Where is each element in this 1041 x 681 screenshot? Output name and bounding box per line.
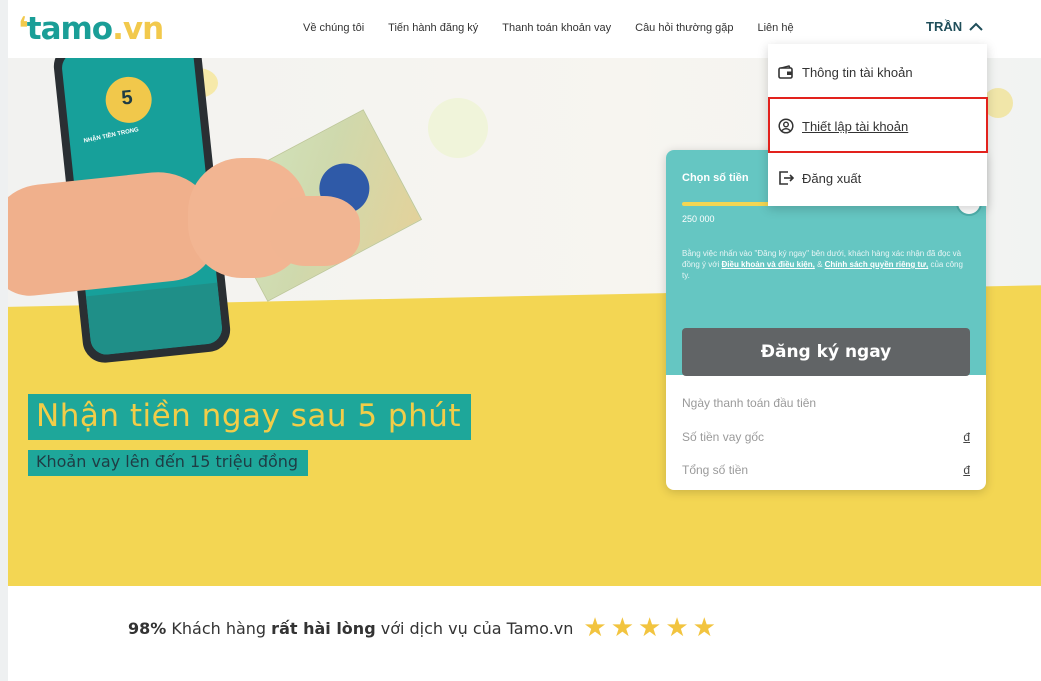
rating-text-bold: rất hài lòng bbox=[271, 618, 376, 638]
menu-item-account-settings[interactable]: Thiết lập tài khoản bbox=[768, 101, 987, 151]
user-menu-toggle[interactable]: TRẦN bbox=[926, 19, 983, 34]
customer-rating: 98% Khách hàng rất hài lòng với dịch vụ … bbox=[128, 613, 716, 643]
hero-headline: Nhận tiền ngay sau 5 phút bbox=[28, 394, 472, 440]
total-label: Tổng số tiền bbox=[682, 463, 749, 477]
nav-item-faq[interactable]: Câu hỏi thường gặp bbox=[635, 22, 733, 34]
user-circle-icon bbox=[778, 118, 794, 134]
user-name: TRẦN bbox=[926, 19, 963, 34]
main-nav: Về chúng tôi Tiến hành đăng ký Thanh toá… bbox=[303, 22, 818, 34]
total-value: đ bbox=[963, 463, 970, 477]
logout-icon bbox=[779, 171, 794, 185]
logo-name: tamo bbox=[26, 11, 113, 47]
rating-section: 98% Khách hàng rất hài lòng với dịch vụ … bbox=[8, 586, 1041, 681]
first-payment-label: Ngày thanh toán đầu tiên bbox=[682, 396, 817, 410]
register-now-button[interactable]: Đăng ký ngay bbox=[682, 328, 970, 376]
amount-value: 250 000 bbox=[682, 214, 715, 224]
nav-item-payment[interactable]: Thanh toán khoản vay bbox=[502, 22, 611, 34]
wallet-icon bbox=[778, 65, 793, 79]
menu-item-label: Thông tin tài khoản bbox=[802, 64, 913, 80]
star-icon: ★ bbox=[692, 613, 716, 643]
disclaimer-mid: & bbox=[814, 260, 825, 269]
menu-item-label: Đăng xuất bbox=[802, 170, 862, 186]
principal-value: đ bbox=[963, 430, 970, 444]
logo[interactable]: ❛ tamo .vn bbox=[18, 10, 164, 48]
page: ❛ tamo .vn Về chúng tôi Tiến hành đăng k… bbox=[8, 0, 1041, 681]
principal-row: Số tiền vay gốc đ bbox=[682, 430, 970, 444]
menu-item-account-info[interactable]: Thông tin tài khoản bbox=[768, 47, 987, 97]
chevron-up-icon bbox=[969, 22, 983, 31]
nav-item-about[interactable]: Về chúng tôi bbox=[303, 22, 364, 34]
nav-item-register[interactable]: Tiến hành đăng ký bbox=[388, 22, 478, 34]
account-dropdown-menu: Thông tin tài khoản Thiết lập tài khoản … bbox=[768, 44, 987, 206]
nav-item-contact[interactable]: Liên hệ bbox=[758, 22, 794, 34]
principal-label: Số tiền vay gốc bbox=[682, 430, 765, 444]
fingers-illustration bbox=[270, 196, 360, 266]
logo-tld: .vn bbox=[112, 11, 164, 47]
phone-badge-text: NHẬN TIỀN TRONG bbox=[83, 127, 140, 145]
five-minute-badge: 5 bbox=[103, 74, 154, 126]
hero-headline-text: Nhận tiền ngay sau 5 phút bbox=[36, 398, 462, 434]
star-icon: ★ bbox=[638, 613, 662, 643]
badge-number: 5 bbox=[120, 86, 134, 110]
terms-link[interactable]: Điều khoản và điều kiện, bbox=[722, 260, 815, 269]
choose-amount-label: Chọn số tiền bbox=[682, 172, 749, 184]
first-payment-row: Ngày thanh toán đầu tiên bbox=[682, 396, 970, 410]
rating-percent: 98% bbox=[128, 618, 167, 638]
hero-subheadline-text: Khoản vay lên đến 15 triệu đồng bbox=[36, 452, 299, 471]
menu-item-logout[interactable]: Đăng xuất bbox=[768, 153, 987, 203]
rating-text-b: với dịch vụ của Tamo.vn bbox=[375, 618, 574, 638]
decor-blob bbox=[983, 88, 1013, 118]
decor-blob bbox=[428, 98, 488, 158]
disclaimer-text: Bằng việc nhấn vào "Đăng ký ngay" bên dư… bbox=[682, 248, 967, 281]
rating-text-a: Khách hàng bbox=[166, 618, 272, 638]
menu-item-label: Thiết lập tài khoản bbox=[802, 118, 909, 134]
star-icon: ★ bbox=[665, 613, 689, 643]
privacy-link[interactable]: Chính sách quyền riêng tư, bbox=[825, 260, 929, 269]
star-icon: ★ bbox=[583, 613, 607, 643]
rating-stars: ★ ★ ★ ★ ★ bbox=[579, 613, 716, 643]
total-row: Tổng số tiền đ bbox=[682, 463, 970, 477]
hero-subheadline: Khoản vay lên đến 15 triệu đồng bbox=[28, 450, 309, 476]
star-icon: ★ bbox=[610, 613, 635, 643]
logo-mark: ❛ bbox=[18, 11, 29, 47]
phone-screen-lower bbox=[85, 282, 224, 357]
